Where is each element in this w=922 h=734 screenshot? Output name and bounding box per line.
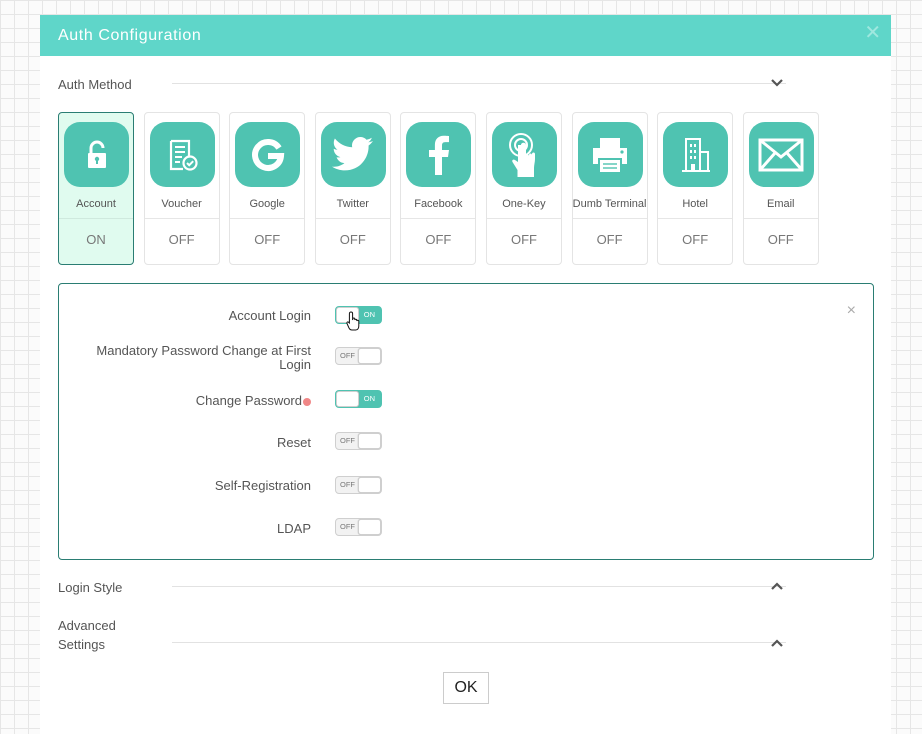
divider (486, 218, 561, 219)
ldap-label: LDAP (277, 522, 311, 536)
option-label-text: Reset (277, 435, 311, 450)
toggle-text: ON (363, 394, 375, 403)
method-label: Twitter (336, 198, 369, 210)
mandatory-password-change-label: Mandatory Password Change at First Login (71, 344, 311, 372)
divider (572, 218, 647, 219)
toggle-knob (336, 391, 359, 407)
toggle-text: OFF (340, 480, 355, 489)
change-password-label: Change Password (196, 394, 311, 408)
method-state: OFF (339, 232, 366, 247)
hotel-icon (663, 122, 729, 187)
account-login-label: Account Login (229, 309, 311, 323)
auth-method-google[interactable]: Google OFF (229, 112, 306, 265)
method-state: OFF (168, 232, 195, 247)
google-icon (235, 122, 301, 187)
method-state: OFF (596, 232, 623, 247)
auth-method-twitter[interactable]: Twitter OFF (314, 112, 391, 265)
method-label: Email (766, 198, 795, 210)
divider (144, 218, 219, 219)
auth-method-list: Account ON Voucher OFF Google OFF Twitte… (58, 112, 828, 265)
chevron-down-icon[interactable] (770, 76, 784, 90)
auth-method-hotel[interactable]: Hotel OFF (657, 112, 734, 265)
printer-icon (577, 122, 643, 187)
toggle-knob (358, 348, 381, 364)
option-label-text: Account Login (228, 308, 311, 323)
option-label-text: Self-Registration (214, 478, 311, 493)
chevron-up-icon[interactable] (770, 636, 784, 650)
method-label: Account (76, 198, 116, 210)
toggle-text: ON (363, 310, 375, 319)
option-label-text: Change Password (195, 393, 302, 408)
divider (658, 218, 733, 219)
facebook-icon (406, 122, 472, 187)
change-password-toggle[interactable]: ON (335, 390, 382, 408)
divider (59, 218, 133, 219)
auth-method-label: Auth Method (58, 77, 132, 92)
method-label: Voucher (161, 198, 202, 210)
toggle-knob (358, 477, 381, 493)
method-label: One-Key (502, 198, 546, 210)
method-state: OFF (425, 232, 452, 247)
self-registration-toggle[interactable]: OFF (335, 476, 382, 494)
divider (743, 218, 818, 219)
toggle-text: OFF (340, 436, 355, 445)
method-state: OFF (510, 232, 537, 247)
auth-method-section[interactable]: Auth Method (58, 77, 891, 92)
toggle-knob (358, 433, 381, 449)
advanced-settings-label: Advanced Settings (58, 618, 116, 652)
auth-method-facebook[interactable]: Facebook OFF (400, 112, 477, 265)
option-label-text: Mandatory Password Change at First Login (96, 343, 311, 372)
auth-method-voucher[interactable]: Voucher OFF (143, 112, 220, 265)
method-label: Facebook (414, 198, 463, 210)
method-label: Hotel (682, 198, 708, 210)
ldap-toggle[interactable]: OFF (335, 518, 382, 536)
toggle-text: OFF (340, 522, 355, 531)
method-state: ON (86, 232, 106, 247)
method-state: OFF (767, 232, 794, 247)
dialog-title: Auth Configuration (58, 26, 202, 44)
method-state: OFF (254, 232, 281, 247)
option-label-text: LDAP (277, 521, 311, 536)
divider (230, 218, 305, 219)
auth-config-dialog: Auth Configuration ✕ Auth Method Account… (40, 15, 891, 734)
lock-icon (64, 122, 129, 187)
toggle-text: OFF (340, 351, 355, 360)
chevron-up-icon[interactable] (770, 579, 784, 593)
one-key-icon (491, 122, 557, 187)
toggle-knob (358, 519, 381, 535)
twitter-icon (320, 122, 386, 187)
login-style-section[interactable]: Login Style (58, 580, 891, 595)
divider (172, 83, 786, 84)
ok-button[interactable]: OK (443, 672, 489, 704)
auth-method-account[interactable]: Account ON (58, 112, 134, 265)
reset-label: Reset (277, 436, 311, 450)
method-state: OFF (682, 232, 709, 247)
login-style-label: Login Style (58, 580, 123, 595)
mandatory-password-change-toggle[interactable]: OFF (335, 347, 382, 365)
method-label: Google (249, 198, 285, 210)
self-registration-label: Self-Registration (215, 479, 311, 493)
dialog-header: Auth Configuration ✕ (40, 15, 891, 56)
method-label: Dumb Terminal (572, 198, 647, 210)
auth-method-dumb-terminal[interactable]: Dumb Terminal OFF (571, 112, 648, 265)
email-icon (748, 122, 814, 187)
panel-close-icon[interactable]: × (847, 302, 856, 320)
divider (172, 642, 786, 643)
close-icon[interactable]: ✕ (863, 23, 883, 43)
hand-cursor-icon (346, 311, 360, 331)
reset-toggle[interactable]: OFF (335, 432, 382, 450)
voucher-icon (149, 122, 215, 187)
auth-method-one-key[interactable]: One-Key OFF (485, 112, 562, 265)
account-config-panel: × Account Login ON Mandatory Password Ch… (58, 283, 874, 560)
auth-method-email[interactable]: Email OFF (742, 112, 819, 265)
divider (315, 218, 390, 219)
info-icon[interactable] (303, 398, 311, 406)
divider (401, 218, 476, 219)
advanced-settings-section[interactable]: Advanced Settings (58, 616, 138, 654)
divider (172, 586, 786, 587)
